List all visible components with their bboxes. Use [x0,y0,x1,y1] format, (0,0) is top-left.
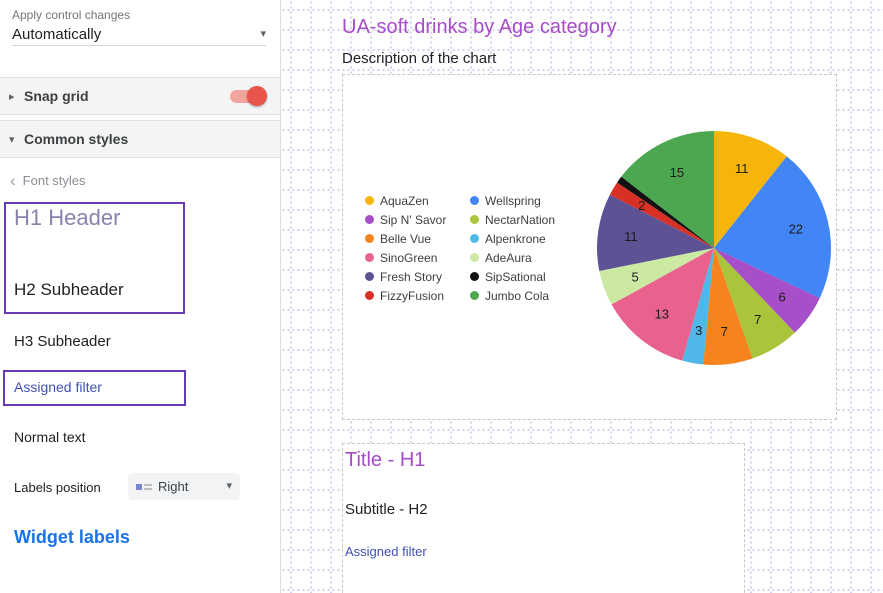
legend-color-dot [470,215,479,224]
widget-labels-heading: Widget labels [14,527,130,548]
chevron-down-icon: ▾ [260,29,266,40]
legend-label: FizzyFusion [380,289,444,303]
legend-item[interactable]: Belle Vue [365,229,470,248]
legend-label: AdeAura [485,251,532,265]
style-sample-normal-text[interactable]: Normal text [14,429,86,445]
pie-chart: 1122677313511215 [594,128,834,368]
legend-item[interactable]: FizzyFusion [365,286,470,305]
legend-color-dot [470,234,479,243]
pie-slice-label: 6 [778,290,785,305]
pie-chart-widget[interactable]: AquaZen Sip N' Savor Belle Vue SinoGreen Fre… [342,74,837,420]
legend-color-dot [365,272,374,281]
dashboard-editor: Apply control changes Automatically ▾ ▸ … [0,0,883,593]
chevron-left-icon: ‹ [10,172,16,189]
labels-position-select[interactable]: Right ▾ [128,473,240,500]
chevron-down-icon: ▾ [226,481,232,492]
legend-item[interactable]: Fresh Story [365,267,470,286]
legend-color-dot [365,234,374,243]
report-canvas[interactable]: UA-soft drinks by Age category Descripti… [281,0,883,593]
legend-label: Wellspring [485,194,541,208]
common-styles-section[interactable]: ▾ Common styles [0,120,280,158]
legend-label: Fresh Story [380,270,442,284]
legend-label: SipSational [485,270,546,284]
chart-legend: AquaZen Sip N' Savor Belle Vue SinoGreen Fre… [365,191,555,305]
snap-grid-section[interactable]: ▸ Snap grid [0,77,280,115]
style-sample-assigned-filter[interactable]: Assigned filter [14,379,102,395]
pie-slice-label: 11 [735,161,749,176]
legend-color-dot [365,253,374,262]
legend-color-dot [365,215,374,224]
style-sample-h2[interactable]: H2 Subheader [14,280,124,300]
legend-color-dot [470,196,479,205]
pie-slice-label: 22 [789,222,803,237]
apply-control-select[interactable]: Automatically ▾ [12,24,266,46]
pie-slice-label: 15 [670,165,684,180]
chart-title: UA-soft drinks by Age category [342,16,617,39]
pie-slice-label: 13 [655,306,669,321]
legend-column: Wellspring NectarNation Alpenkrone AdeAura S… [470,191,555,305]
text-widget-title: Title - H1 [345,449,425,472]
legend-label: AquaZen [380,194,429,208]
legend-label: SinoGreen [380,251,437,265]
properties-sidebar: Apply control changes Automatically ▾ ▸ … [0,0,281,593]
legend-item[interactable]: Sip N' Savor [365,210,470,229]
legend-label: NectarNation [485,213,555,227]
legend-label: Sip N' Savor [380,213,446,227]
legend-item[interactable]: NectarNation [470,210,555,229]
legend-color-dot [470,253,479,262]
pie-slice-label: 11 [624,229,638,244]
labels-position-label: Labels position [14,480,101,495]
legend-label: Belle Vue [380,232,431,246]
expand-down-icon: ▾ [9,133,24,146]
common-styles-label: Common styles [24,131,128,147]
pie-slice-label: 7 [721,324,728,339]
legend-item[interactable]: AdeAura [470,248,555,267]
legend-item[interactable]: Wellspring [470,191,555,210]
legend-item[interactable]: SinoGreen [365,248,470,267]
snap-grid-label: Snap grid [24,88,89,104]
legend-color-dot [470,291,479,300]
legend-column: AquaZen Sip N' Savor Belle Vue SinoGreen Fre… [365,191,470,305]
legend-position-icon [136,481,152,493]
font-styles-back-link[interactable]: ‹ Font styles [10,172,86,189]
apply-control-label: Apply control changes [12,8,130,22]
legend-item[interactable]: SipSational [470,267,555,286]
pie-slice-label: 7 [754,312,761,327]
expand-right-icon: ▸ [9,90,24,103]
legend-item[interactable]: Alpenkrone [470,229,555,248]
labels-position-value: Right [158,479,226,494]
snap-grid-toggle[interactable] [230,90,264,103]
legend-color-dot [470,272,479,281]
legend-item[interactable]: Jumbo Cola [470,286,555,305]
chart-description: Description of the chart [342,50,496,67]
font-styles-label: Font styles [23,173,86,188]
legend-color-dot [365,291,374,300]
legend-label: Alpenkrone [485,232,546,246]
style-sample-h1[interactable]: H1 Header [14,205,120,231]
text-widget-subtitle: Subtitle - H2 [345,501,428,518]
text-widget-assigned-filter: Assigned filter [345,544,427,559]
style-sample-h3[interactable]: H3 Subheader [14,333,111,350]
toggle-knob [247,86,267,106]
pie-slice-label: 3 [695,323,702,338]
pie-slice-label: 5 [631,269,638,284]
text-widget[interactable]: Title - H1 Subtitle - H2 Assigned filter [342,443,745,593]
apply-control-value: Automatically [12,26,101,43]
legend-item[interactable]: AquaZen [365,191,470,210]
legend-label: Jumbo Cola [485,289,549,303]
legend-color-dot [365,196,374,205]
